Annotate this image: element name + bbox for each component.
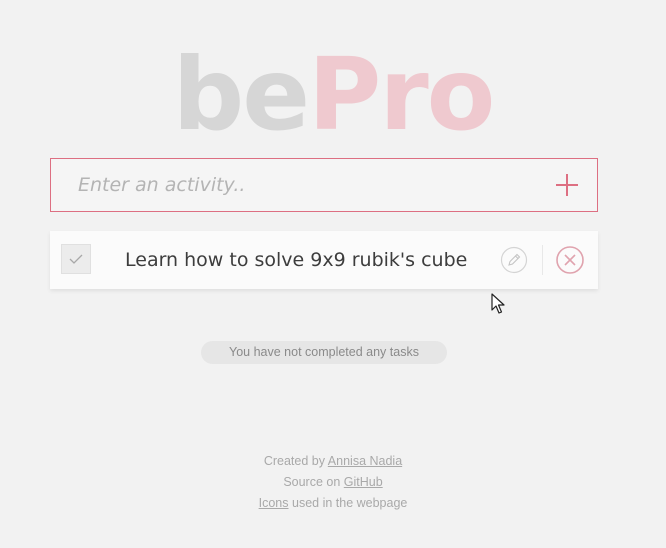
action-divider	[542, 245, 543, 275]
task-item: Learn how to solve 9x9 rubik's cube	[50, 231, 598, 289]
footer-credit-line: Created by Annisa Nadia	[0, 451, 666, 472]
delete-button[interactable]	[555, 245, 585, 275]
task-text: Learn how to solve 9x9 rubik's cube	[125, 249, 468, 271]
plus-icon	[556, 174, 578, 196]
icons-link[interactable]: Icons	[259, 496, 289, 510]
github-link[interactable]: GitHub	[344, 475, 383, 489]
status-badge: You have not completed any tasks	[201, 341, 447, 364]
add-button[interactable]	[553, 171, 581, 199]
mouse-pointer-icon	[491, 293, 507, 320]
author-link[interactable]: Annisa Nadia	[328, 454, 402, 468]
created-by-label: Created by	[263, 454, 325, 468]
edit-button[interactable]	[500, 246, 528, 274]
footer: Created by Annisa Nadia Source on GitHub…	[0, 451, 666, 514]
pencil-icon	[500, 246, 528, 274]
activity-input[interactable]	[51, 159, 531, 211]
logo-pro: Pro	[308, 36, 495, 153]
check-icon	[69, 254, 83, 264]
add-activity-box	[50, 158, 598, 212]
app-logo: bePro	[0, 40, 666, 150]
logo-be: be	[172, 36, 310, 153]
icons-suffix-label: used in the webpage	[292, 496, 408, 510]
footer-icons-line: Icons used in the webpage	[0, 493, 666, 514]
source-on-label: Source on	[283, 475, 341, 489]
circle-x-icon	[556, 246, 584, 274]
footer-source-line: Source on GitHub	[0, 472, 666, 493]
complete-checkbox[interactable]	[61, 244, 91, 274]
